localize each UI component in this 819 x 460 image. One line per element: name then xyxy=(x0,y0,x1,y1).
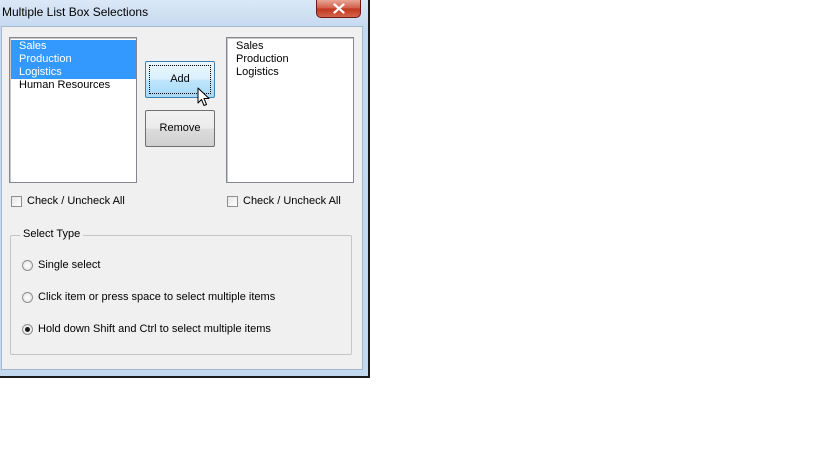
left-listbox[interactable]: Sales Production Logistics Human Resourc… xyxy=(9,37,137,183)
radio-shift-ctrl-button[interactable] xyxy=(22,324,33,335)
window-title: Multiple List Box Selections xyxy=(2,5,149,19)
right-listbox[interactable]: Sales Production Logistics xyxy=(226,37,354,183)
left-check-all-label: Check / Uncheck All xyxy=(27,195,125,207)
close-icon xyxy=(333,3,345,14)
remove-button-label: Remove xyxy=(159,122,201,134)
left-list-item-2[interactable]: Logistics xyxy=(11,66,136,79)
right-check-all-label: Check / Uncheck All xyxy=(243,195,341,207)
mouse-pointer-icon xyxy=(197,87,210,106)
radio-single-select-button[interactable] xyxy=(22,260,33,271)
close-button[interactable] xyxy=(316,0,361,18)
right-check-all-checkbox[interactable] xyxy=(227,196,238,207)
remove-button[interactable]: Remove xyxy=(145,110,215,147)
radio-shift-ctrl-label: Hold down Shift and Ctrl to select multi… xyxy=(38,323,271,335)
dialog-client-area: Sales Production Logistics Human Resourc… xyxy=(1,26,363,370)
select-type-group: Select Type Single select Click item or … xyxy=(10,228,352,355)
title-bar[interactable]: Multiple List Box Selections xyxy=(0,0,368,26)
dialog-window: Multiple List Box Selections Sales Produ… xyxy=(0,0,370,378)
right-list-item-1[interactable]: Production xyxy=(228,53,353,66)
left-list-item-1[interactable]: Production xyxy=(11,53,136,66)
select-type-legend: Select Type xyxy=(20,228,84,240)
left-list-item-0[interactable]: Sales xyxy=(11,40,136,53)
radio-single-select-label: Single select xyxy=(38,259,101,271)
left-check-all-checkbox[interactable] xyxy=(11,196,22,207)
radio-click-multiple-label: Click item or press space to select mult… xyxy=(38,291,276,303)
left-list-item-3[interactable]: Human Resources xyxy=(11,79,136,92)
right-list-item-2[interactable]: Logistics xyxy=(228,66,353,79)
right-list-item-0[interactable]: Sales xyxy=(228,40,353,53)
radio-click-multiple-button[interactable] xyxy=(22,292,33,303)
